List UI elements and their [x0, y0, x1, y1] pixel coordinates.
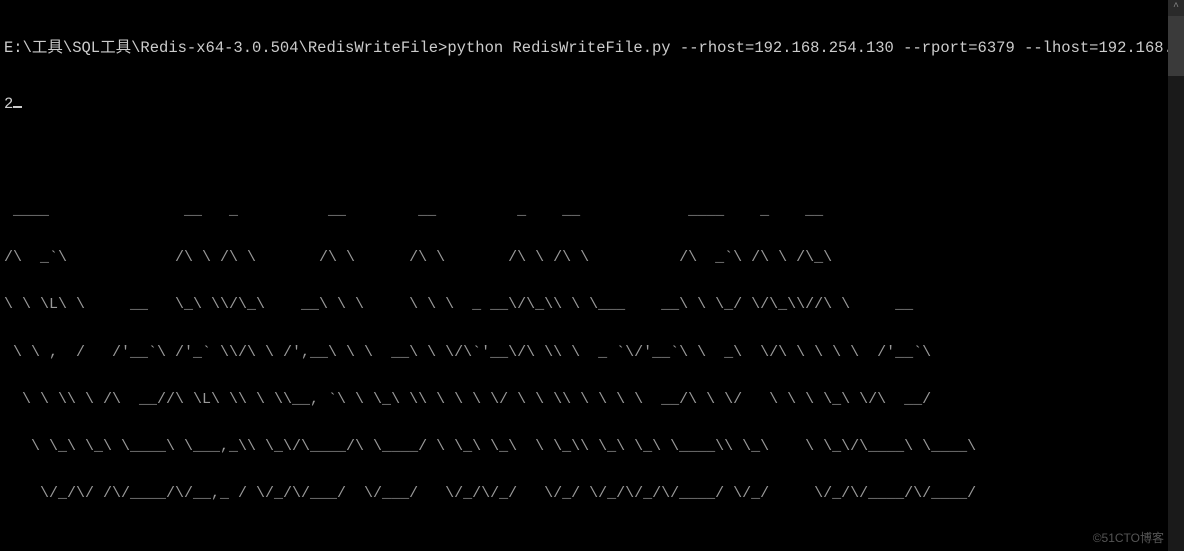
ascii-line: \ \ , / /'__`\ /'_` \\/\ \ /',__\ \ \ __…	[4, 345, 1180, 361]
ascii-line: \ \ \L\ \ __ \_\ \\/\_\ __\ \ \ \ \ \ _ …	[4, 297, 1180, 313]
terminal-window[interactable]: E:\工具\SQL工具\Redis-x64-3.0.504\RedisWrite…	[0, 0, 1184, 551]
ascii-line: \ \ \\ \ /\ __//\ \L\ \\ \ \\__, `\ \ \_…	[4, 392, 1180, 408]
ascii-line: \/_/\/ /\/____/\/__,_ / \/_/\/___/ \/___…	[4, 486, 1180, 502]
ascii-line: /\ _`\ /\ \ /\ \ /\ \ /\ \ /\ \ /\ \ /\ …	[4, 250, 1180, 266]
watermark-text: ©51CTO博客	[1093, 531, 1164, 545]
scroll-up-button[interactable]: ^	[1168, 0, 1184, 16]
cursor-line: 2	[4, 95, 1180, 114]
ascii-line: \ \_\ \_\ \____\ \___,_\\ \_\/\____/\ \_…	[4, 439, 1180, 455]
ascii-banner: ____ __ _ __ __ _ __ ____ _ __ /\ _`\ /\…	[4, 171, 1180, 533]
command-text: python RedisWriteFile.py --rhost=192.168…	[447, 39, 1184, 57]
scroll-thumb[interactable]	[1168, 16, 1184, 76]
command-prompt-line: E:\工具\SQL工具\Redis-x64-3.0.504\RedisWrite…	[4, 39, 1180, 58]
ascii-line: ____ __ _ __ __ _ __ ____ _ __	[4, 203, 1180, 219]
text-cursor	[13, 106, 22, 108]
prompt-path: E:\工具\SQL工具\Redis-x64-3.0.504\RedisWrite…	[4, 39, 447, 57]
vertical-scrollbar[interactable]: ^	[1168, 0, 1184, 551]
